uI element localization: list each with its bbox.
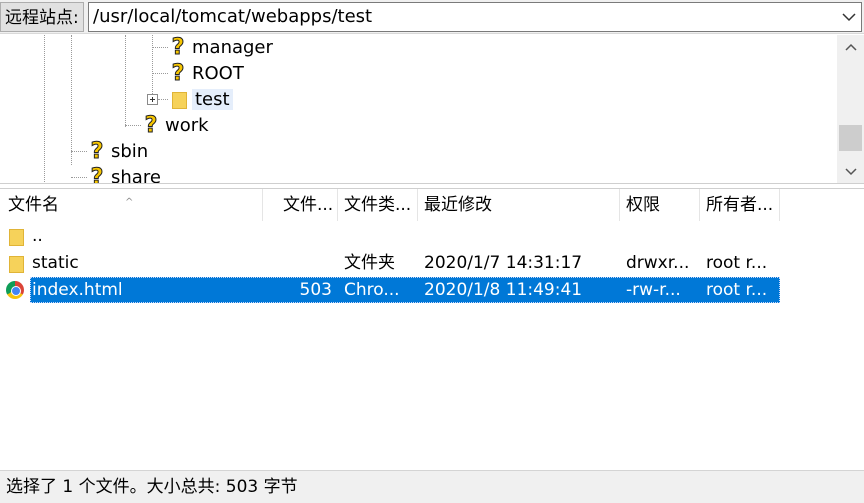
scrollbar-thumb[interactable] [839, 125, 862, 151]
expand-plus-icon[interactable] [147, 94, 158, 105]
scroll-up-icon[interactable] [837, 35, 864, 59]
table-row[interactable]: static 文件夹 2020/1/7 14:31:17 drwxr... ro… [0, 250, 780, 276]
file-modified-cell: 2020/1/7 14:31:17 [424, 253, 583, 273]
tree-node-root[interactable]: ? ROOT [170, 60, 244, 86]
file-type-cell: Chro... [344, 280, 400, 300]
table-row[interactable]: .. [0, 223, 263, 249]
remote-path-combobox[interactable]: /usr/local/tomcat/webapps/test [88, 2, 862, 32]
status-text: 选择了 1 个文件。大小总共: 503 字节 [6, 477, 298, 497]
tree-connector [152, 35, 153, 100]
folder-icon [0, 250, 30, 276]
question-icon: ? [144, 112, 158, 138]
tree-connector [152, 73, 168, 74]
remote-directory-tree[interactable]: ? manager ? ROOT test ? work ? sbin ? sh… [0, 35, 864, 184]
column-header-label: 文件类... [344, 195, 412, 215]
tree-connector [71, 35, 72, 165]
status-bar: 选择了 1 个文件。大小总共: 503 字节 [0, 470, 864, 503]
file-modified-cell: 2020/1/8 11:49:41 [424, 280, 583, 300]
question-icon: ? [171, 60, 185, 86]
column-header-permissions[interactable]: 权限 [620, 189, 700, 221]
file-name-cell: index.html [32, 280, 123, 300]
table-row-selected[interactable]: index.html 503 Chro... 2020/1/8 11:49:41… [0, 277, 780, 303]
column-header-label: 最近修改 [424, 195, 492, 215]
scroll-down-icon[interactable] [837, 160, 864, 183]
tree-connector [152, 47, 168, 48]
tree-node-label: work [165, 114, 209, 136]
tree-connector [125, 125, 141, 126]
column-header-label: 文件名 [8, 195, 59, 215]
remote-path-value[interactable]: /usr/local/tomcat/webapps/test [93, 3, 372, 31]
tree-node-test[interactable]: test [170, 87, 233, 111]
file-name-cell: static [32, 253, 79, 273]
tree-node-share[interactable]: ? share [89, 164, 161, 184]
column-header-label: 文件... [283, 195, 334, 215]
tree-node-label: manager [192, 36, 273, 58]
question-icon: ? [90, 164, 104, 184]
tree-node-label: ROOT [192, 62, 244, 84]
column-header-filesize[interactable]: 文件... [263, 189, 338, 221]
question-icon: ? [90, 138, 104, 164]
tree-vertical-scrollbar[interactable] [837, 35, 864, 183]
column-header-filename[interactable]: 文件名 ^ [0, 189, 263, 221]
remote-site-bar: 远程站点: /usr/local/tomcat/webapps/test [0, 0, 864, 34]
tree-node-label: sbin [111, 140, 149, 162]
tree-node-work[interactable]: ? work [143, 112, 209, 138]
tree-connector [125, 35, 126, 127]
tree-connector [44, 35, 45, 183]
remote-site-label: 远程站点: [0, 2, 84, 32]
file-size-cell: 503 [299, 280, 332, 300]
column-header-owner[interactable]: 所有者... [700, 189, 780, 221]
tree-connector [71, 177, 87, 178]
chrome-icon [0, 277, 30, 303]
file-owner-cell: root r... [706, 280, 768, 300]
tree-node-manager[interactable]: ? manager [170, 35, 273, 60]
file-size-cell [263, 250, 338, 276]
file-perms-cell: -rw-r... [626, 280, 681, 300]
folder-icon [170, 90, 187, 109]
tree-node-label: share [111, 166, 161, 184]
remote-file-list[interactable]: 文件名 ^ 文件... 文件类... 最近修改 权限 所有者... .. sta… [0, 188, 864, 470]
tree-node-label: test [192, 88, 233, 110]
question-icon: ? [171, 35, 185, 60]
column-header-filetype[interactable]: 文件类... [338, 189, 418, 221]
tree-node-sbin[interactable]: ? sbin [89, 138, 149, 164]
file-owner-cell: root r... [706, 253, 768, 273]
column-header-label: 权限 [626, 195, 660, 215]
column-header-modified[interactable]: 最近修改 [418, 189, 620, 221]
sort-ascending-icon: ^ [125, 197, 134, 208]
file-perms-cell: drwxr... [626, 253, 690, 273]
column-header-label: 所有者... [706, 195, 774, 215]
chevron-down-icon[interactable] [837, 3, 861, 31]
tree-connector [158, 99, 168, 100]
tree-connector [71, 151, 87, 152]
file-name-cell: .. [32, 226, 43, 246]
file-type-cell: 文件夹 [344, 253, 395, 273]
file-list-header: 文件名 ^ 文件... 文件类... 最近修改 权限 所有者... [0, 189, 780, 221]
folder-icon [0, 223, 30, 249]
